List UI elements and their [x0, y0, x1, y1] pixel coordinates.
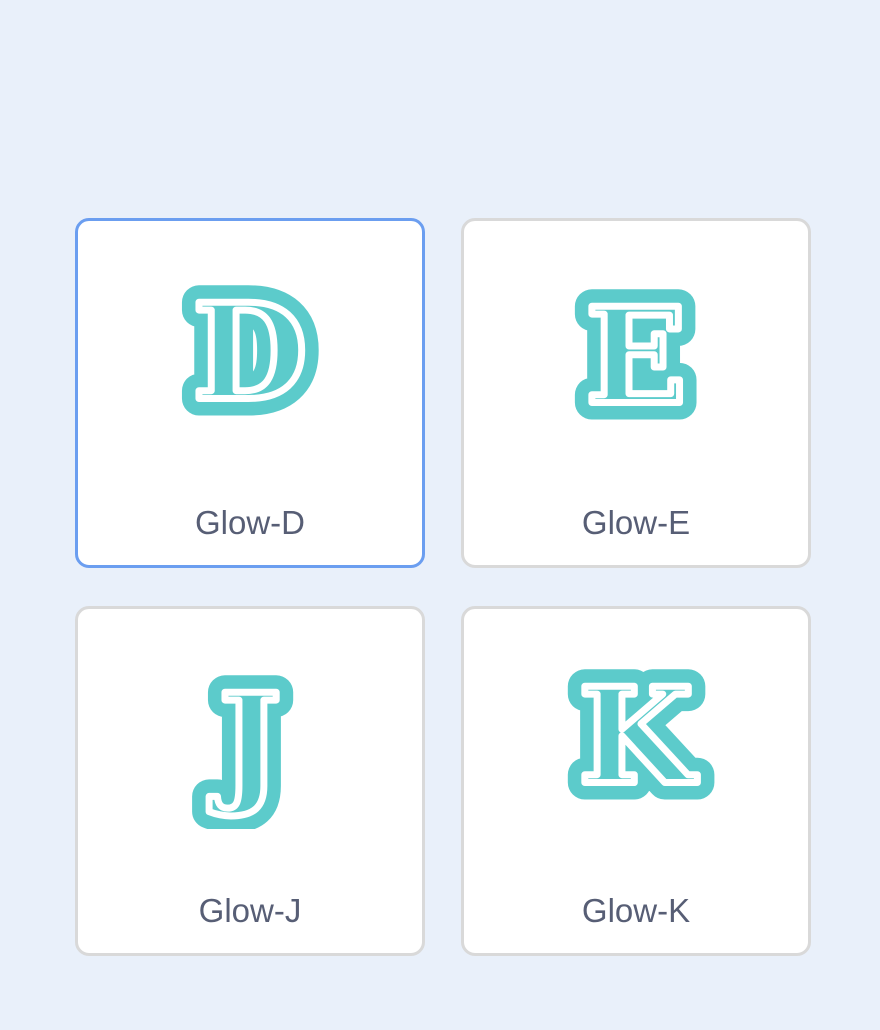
- svg-text:J: J: [209, 666, 281, 821]
- sprite-label: Glow-E: [581, 504, 691, 541]
- sprite-tile-glow-k[interactable]: K K Glow-K: [461, 606, 811, 956]
- sprite-tile-glow-e[interactable]: E E Glow-E: [461, 218, 811, 568]
- svg-text:E: E: [586, 280, 687, 435]
- sprite-label: Glow-J: [198, 892, 302, 929]
- sprite-library-grid: D D Glow-D E E Glow-E J J Glow-J K K Glo…: [75, 218, 811, 956]
- glow-j-sprite-icon: J J: [165, 649, 335, 829]
- glow-d-sprite-icon: D D: [165, 261, 335, 441]
- glow-k-sprite-icon: K K: [551, 649, 721, 829]
- svg-text:K: K: [579, 660, 698, 815]
- sprite-tile-glow-j[interactable]: J J Glow-J: [75, 606, 425, 956]
- sprite-tile-glow-d[interactable]: D D Glow-D: [75, 218, 425, 568]
- glow-e-sprite-icon: E E: [551, 261, 721, 442]
- sprite-label: Glow-K: [581, 892, 691, 929]
- svg-text:D: D: [193, 276, 307, 431]
- sprite-label: Glow-D: [194, 504, 305, 541]
